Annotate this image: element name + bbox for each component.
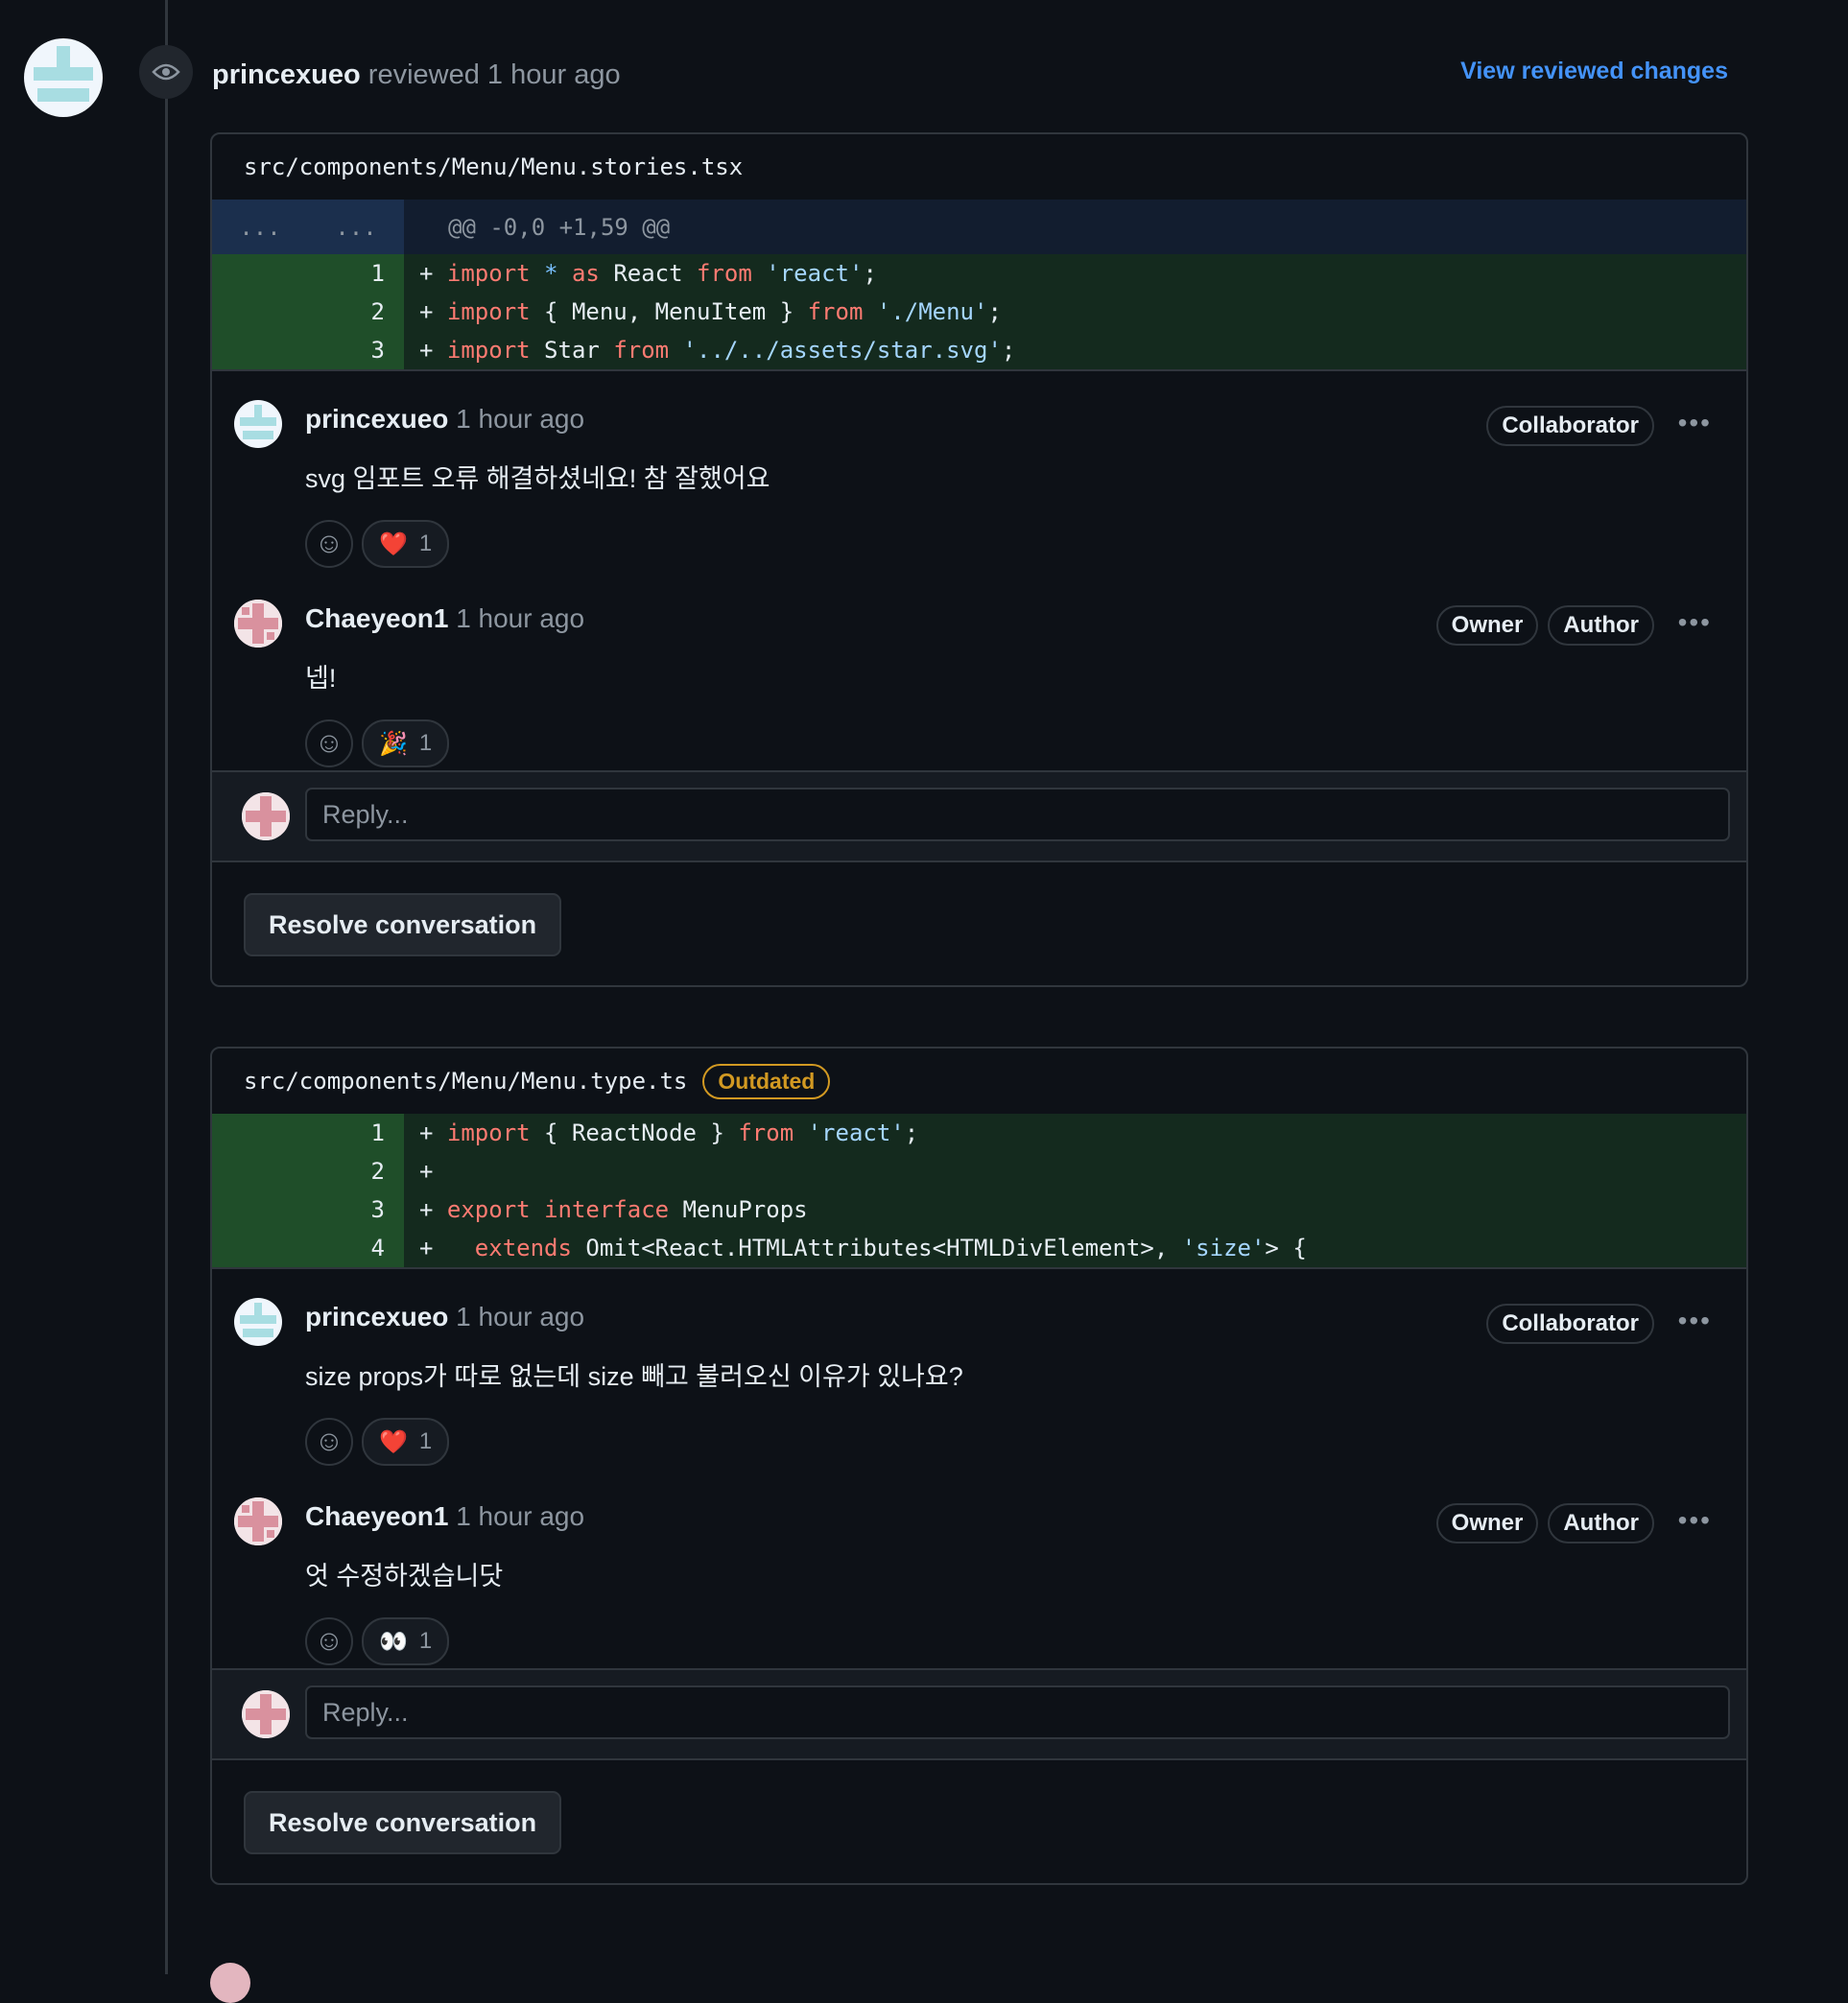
reaction-count: 1 bbox=[418, 530, 433, 556]
code-text: + import * as React from 'react'; bbox=[419, 260, 877, 287]
review-author[interactable]: princexueo bbox=[212, 59, 361, 90]
reaction-count: 1 bbox=[418, 1628, 433, 1654]
kebab-horizontal-icon[interactable]: ••• bbox=[1678, 607, 1712, 638]
diff-line: 1 + import { ReactNode } from 'react'; bbox=[212, 1114, 1746, 1152]
eye-icon bbox=[139, 45, 193, 99]
review-action: reviewed bbox=[367, 59, 480, 90]
code-text: + export interface MenuProps bbox=[419, 1196, 808, 1223]
role-badge: Author bbox=[1548, 605, 1654, 646]
comment-time[interactable]: 1 hour ago bbox=[456, 1302, 584, 1331]
comment-time[interactable]: 1 hour ago bbox=[456, 404, 584, 434]
file-header: src/components/Menu/Menu.type.ts Outdate… bbox=[212, 1049, 1746, 1114]
diff-line: 1 + import * as React from 'react'; bbox=[212, 254, 1746, 293]
expand-gutter[interactable]: ... ... bbox=[212, 200, 404, 254]
role-badge: Owner bbox=[1435, 605, 1539, 646]
heart-icon: ❤️ bbox=[379, 1428, 408, 1455]
code-text: + import Star from '../../assets/star.sv… bbox=[419, 337, 1016, 364]
comment-body: size props가 따로 없는데 size 빼고 불러오신 이유가 있나요? bbox=[305, 1362, 963, 1391]
hunk-header: ... ... @@ -0,0 +1,59 @@ bbox=[212, 200, 1746, 254]
review-thread: src/components/Menu/Menu.stories.tsx ...… bbox=[210, 132, 1748, 987]
avatar[interactable] bbox=[234, 400, 282, 448]
diff-line: 3 + export interface MenuProps bbox=[212, 1190, 1746, 1229]
role-badge: Collaborator bbox=[1486, 1304, 1654, 1344]
code-text: + bbox=[419, 1158, 434, 1185]
reaction-count: 1 bbox=[418, 1428, 433, 1454]
code-text: + import { ReactNode } from 'react'; bbox=[419, 1119, 919, 1146]
line-number[interactable]: 3 bbox=[212, 331, 404, 369]
comment-author[interactable]: Chaeyeon1 bbox=[305, 1501, 448, 1531]
reaction-button[interactable]: ❤️ 1 bbox=[362, 1418, 450, 1466]
line-number[interactable]: 4 bbox=[212, 1229, 404, 1267]
avatar bbox=[242, 1690, 290, 1738]
comment-time[interactable]: 1 hour ago bbox=[456, 603, 584, 633]
smiley-icon[interactable]: ☺ bbox=[305, 1617, 353, 1665]
smiley-icon[interactable]: ☺ bbox=[305, 719, 353, 767]
hunk-text: @@ -0,0 +1,59 @@ bbox=[448, 213, 671, 241]
code-text: + import { Menu, MenuItem } from './Menu… bbox=[419, 298, 1002, 325]
avatar[interactable] bbox=[24, 38, 103, 117]
eyes-icon: 👀 bbox=[379, 1628, 408, 1655]
avatar[interactable] bbox=[234, 600, 282, 648]
diff-line: 3 + import Star from '../../assets/star.… bbox=[212, 331, 1746, 369]
kebab-horizontal-icon[interactable]: ••• bbox=[1678, 1505, 1712, 1536]
file-path[interactable]: src/components/Menu/Menu.stories.tsx bbox=[244, 153, 743, 180]
smiley-icon[interactable]: ☺ bbox=[305, 520, 353, 568]
comment-author[interactable]: princexueo bbox=[305, 404, 448, 434]
kebab-horizontal-icon[interactable]: ••• bbox=[1678, 1306, 1712, 1336]
comment-author[interactable]: Chaeyeon1 bbox=[305, 603, 448, 633]
role-badge: Owner bbox=[1435, 1503, 1539, 1543]
line-number[interactable]: 3 bbox=[212, 1190, 404, 1229]
resolve-conversation-button[interactable]: Resolve conversation bbox=[244, 893, 562, 956]
party-popper-icon: 🎉 bbox=[379, 730, 408, 757]
kebab-horizontal-icon[interactable]: ••• bbox=[1678, 408, 1712, 438]
outdated-badge: Outdated bbox=[702, 1063, 831, 1099]
avatar[interactable] bbox=[210, 1963, 250, 2003]
diff-line: 4 + extends Omit<React.HTMLAttributes<HT… bbox=[212, 1229, 1746, 1267]
reaction-button[interactable]: 👀 1 bbox=[362, 1617, 450, 1665]
avatar bbox=[242, 792, 290, 840]
line-number[interactable]: 2 bbox=[212, 293, 404, 331]
comment-body: svg 임포트 오류 해결하셨네요! 참 잘했어요 bbox=[305, 464, 770, 493]
timeline-line bbox=[165, 0, 168, 1974]
review-comment: Chaeyeon1 1 hour ago Owner Author ••• 넵! … bbox=[212, 571, 1746, 770]
diff-line: 2 + bbox=[212, 1152, 1746, 1190]
comment-body: 넵! bbox=[305, 664, 337, 693]
comment-time[interactable]: 1 hour ago bbox=[456, 1501, 584, 1531]
file-path[interactable]: src/components/Menu/Menu.type.ts bbox=[244, 1068, 687, 1095]
avatar[interactable] bbox=[234, 1298, 282, 1346]
reaction-button[interactable]: 🎉 1 bbox=[362, 719, 450, 767]
hunk-left: ... bbox=[239, 213, 281, 241]
review-time[interactable]: 1 hour ago bbox=[487, 59, 621, 90]
smiley-icon[interactable]: ☺ bbox=[305, 1418, 353, 1466]
view-reviewed-changes-link[interactable]: View reviewed changes bbox=[1460, 58, 1728, 85]
file-header: src/components/Menu/Menu.stories.tsx bbox=[212, 134, 1746, 200]
comment-author[interactable]: princexueo bbox=[305, 1302, 448, 1331]
role-badge: Collaborator bbox=[1486, 406, 1654, 446]
resolve-conversation-button[interactable]: Resolve conversation bbox=[244, 1791, 562, 1854]
review-thread: src/components/Menu/Menu.type.ts Outdate… bbox=[210, 1047, 1748, 1885]
reaction-count: 1 bbox=[418, 730, 433, 756]
reply-input[interactable]: Reply... bbox=[305, 1685, 1730, 1739]
review-header: princexueo reviewed 1 hour ago bbox=[212, 56, 621, 94]
reaction-button[interactable]: ❤️ 1 bbox=[362, 520, 450, 568]
review-comment: Chaeyeon1 1 hour ago Owner Author ••• 엇 수… bbox=[212, 1469, 1746, 1668]
review-comment: princexueo 1 hour ago Collaborator ••• s… bbox=[212, 371, 1746, 571]
hunk-right: ... bbox=[335, 213, 377, 241]
line-number[interactable]: 2 bbox=[212, 1152, 404, 1190]
review-comment: princexueo 1 hour ago Collaborator ••• s… bbox=[212, 1269, 1746, 1469]
code-text: + extends Omit<React.HTMLAttributes<HTML… bbox=[419, 1235, 1307, 1261]
heart-icon: ❤️ bbox=[379, 530, 408, 557]
line-number[interactable]: 1 bbox=[212, 254, 404, 293]
line-number[interactable]: 1 bbox=[212, 1114, 404, 1152]
avatar[interactable] bbox=[234, 1497, 282, 1545]
diff-line: 2 + import { Menu, MenuItem } from './Me… bbox=[212, 293, 1746, 331]
role-badge: Author bbox=[1548, 1503, 1654, 1543]
reply-input[interactable]: Reply... bbox=[305, 788, 1730, 841]
comment-body: 엇 수정하겠습니닷 bbox=[305, 1562, 504, 1591]
